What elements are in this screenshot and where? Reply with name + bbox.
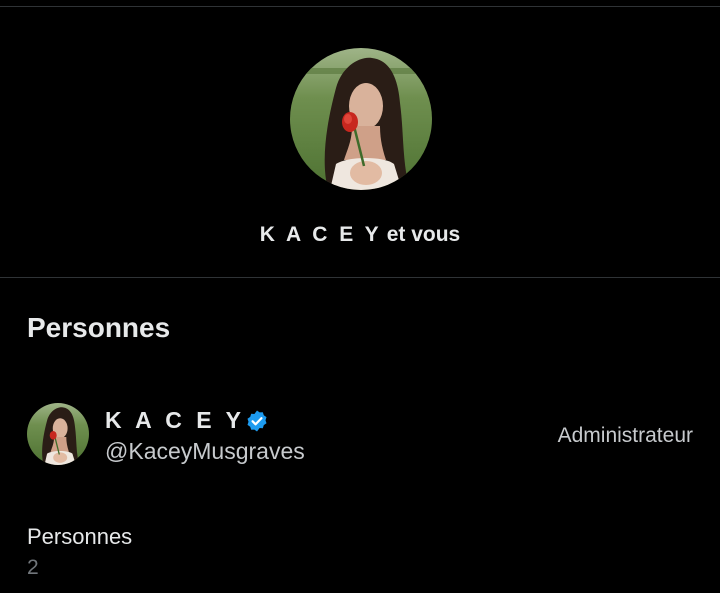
member-name-text: K A C E Y xyxy=(105,407,245,433)
avatar-photo xyxy=(290,48,432,190)
group-avatar[interactable] xyxy=(290,48,432,190)
verified-badge-icon xyxy=(245,409,269,433)
group-title: K A C E Yet vous xyxy=(0,223,720,247)
section-divider xyxy=(0,277,720,278)
member-display-name: K A C E Y xyxy=(105,407,269,434)
people-count-label: Personnes xyxy=(27,524,133,549)
member-row[interactable]: K A C E Y @KaceyMusgraves Administrateur xyxy=(0,390,720,480)
member-avatar[interactable] xyxy=(27,403,89,465)
group-header: K A C E Yet vous xyxy=(0,7,720,277)
group-title-suffix: et vous xyxy=(386,223,461,246)
member-role-label: Administrateur xyxy=(557,424,693,447)
people-section-title: Personnes xyxy=(27,312,171,343)
member-handle: @KaceyMusgraves xyxy=(105,438,305,464)
people-count-value: 2 xyxy=(27,556,39,579)
group-title-name: K A C E Y xyxy=(259,223,382,246)
conversation-info-page: K A C E Yet vous Personnes K A C E Y @Ka… xyxy=(0,0,720,593)
member-avatar-photo xyxy=(27,403,89,465)
